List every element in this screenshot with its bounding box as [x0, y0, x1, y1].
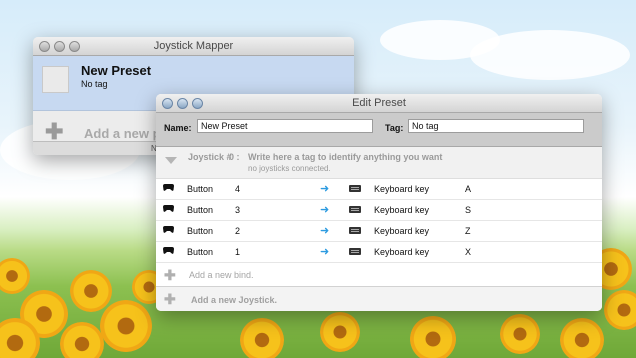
joystick-tag-field[interactable]: Write here a tag to identify anything yo…: [248, 152, 442, 162]
joystick-number: 0 :: [229, 152, 240, 162]
add-preset-label: Add a new p: [84, 126, 161, 141]
window-controls: [162, 98, 203, 109]
input-type: Button: [187, 184, 214, 194]
add-bind-label: Add a new bind.: [189, 270, 254, 280]
arrow-right-icon: ➜: [320, 183, 330, 195]
bind-row[interactable]: Button 3 ➜ Keyboard key S: [156, 200, 602, 221]
gamepad-icon: [163, 205, 174, 212]
plus-icon: ✚: [164, 267, 176, 283]
preset-header: Name: Tag:: [156, 113, 602, 147]
gamepad-icon: [163, 247, 174, 254]
bind-row[interactable]: Button 4 ➜ Keyboard key A: [156, 179, 602, 200]
input-type: Button: [187, 205, 214, 215]
plus-icon: ✚: [164, 291, 176, 307]
arrow-right-icon: ➜: [320, 204, 330, 216]
bind-row[interactable]: Button 1 ➜ Keyboard key X: [156, 242, 602, 263]
bind-row[interactable]: Button 2 ➜ Keyboard key Z: [156, 221, 602, 242]
add-joystick-button[interactable]: ✚ Add a new Joystick.: [156, 287, 602, 311]
plus-icon: ✚: [45, 119, 64, 144]
output-type[interactable]: Keyboard key: [374, 205, 429, 215]
preset-thumbnail: [42, 66, 69, 93]
close-button[interactable]: [162, 98, 173, 109]
input-number[interactable]: 1: [235, 247, 240, 257]
title-bar[interactable]: Joystick Mapper: [33, 37, 354, 56]
keyboard-icon: [349, 206, 361, 213]
joystick-row[interactable]: Joystick # 0 : Write here a tag to ident…: [156, 147, 602, 179]
keyboard-icon: [349, 227, 361, 234]
gamepad-icon: [163, 226, 174, 233]
edit-preset-window: Edit Preset Name: Tag: Joystick # 0 : Wr…: [156, 94, 602, 311]
key-value[interactable]: S: [465, 205, 471, 215]
key-value[interactable]: X: [465, 247, 471, 257]
tag-field[interactable]: [408, 119, 584, 133]
close-button[interactable]: [39, 41, 50, 52]
input-number[interactable]: 2: [235, 226, 240, 236]
joystick-label: Joystick #: [188, 152, 232, 162]
title-bar[interactable]: Edit Preset: [156, 94, 602, 113]
preset-name: New Preset: [81, 63, 152, 78]
input-type: Button: [187, 247, 214, 257]
zoom-button[interactable]: [192, 98, 203, 109]
output-type[interactable]: Keyboard key: [374, 184, 429, 194]
arrow-right-icon: ➜: [320, 246, 330, 258]
key-value[interactable]: A: [465, 184, 471, 194]
preset-tag: No tag: [81, 79, 108, 89]
output-type[interactable]: Keyboard key: [374, 247, 429, 257]
minimize-button[interactable]: [54, 41, 65, 52]
name-label: Name:: [164, 123, 192, 133]
keyboard-icon: [349, 185, 361, 192]
arrow-right-icon: ➜: [320, 225, 330, 237]
gamepad-icon: [163, 184, 174, 191]
input-number[interactable]: 4: [235, 184, 240, 194]
tag-label: Tag:: [385, 123, 404, 133]
minimize-button[interactable]: [177, 98, 188, 109]
input-type: Button: [187, 226, 214, 236]
zoom-button[interactable]: [69, 41, 80, 52]
key-value[interactable]: Z: [465, 226, 471, 236]
add-joystick-label: Add a new Joystick.: [191, 295, 278, 305]
name-field[interactable]: [197, 119, 373, 133]
window-title: Joystick Mapper: [153, 40, 234, 52]
input-number[interactable]: 3: [235, 205, 240, 215]
add-bind-button[interactable]: ✚ Add a new bind.: [156, 263, 602, 287]
window-title: Edit Preset: [352, 97, 406, 109]
joystick-status: no joysticks connected.: [248, 164, 331, 173]
window-controls: [39, 41, 80, 52]
disclosure-triangle-icon[interactable]: [165, 157, 177, 164]
output-type[interactable]: Keyboard key: [374, 226, 429, 236]
keyboard-icon: [349, 248, 361, 255]
bind-list: Button 4 ➜ Keyboard key A Button 3 ➜ Key…: [156, 179, 602, 263]
